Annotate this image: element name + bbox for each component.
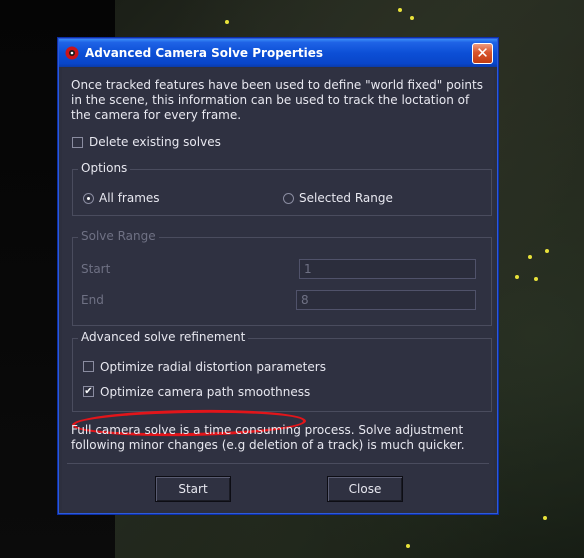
close-icon: ✕	[476, 44, 489, 62]
refinement-group-title: Advanced solve refinement	[78, 330, 249, 344]
feature-point	[528, 255, 532, 259]
start-button[interactable]: Start	[155, 476, 231, 502]
optimize-smoothness-checkbox[interactable]: ✔	[83, 386, 94, 397]
intro-text: Once tracked features have been used to …	[71, 78, 483, 122]
start-frame-input[interactable]: 1	[299, 259, 476, 279]
optimize-radial-checkbox[interactable]	[83, 361, 94, 372]
checkmark-icon: ✔	[84, 386, 93, 397]
close-button[interactable]: Close	[327, 476, 403, 502]
start-label: Start	[81, 262, 111, 276]
delete-existing-checkbox[interactable]	[72, 137, 83, 148]
app-icon	[65, 46, 79, 60]
advanced-camera-solve-dialog: Advanced Camera Solve Properties ✕ Once …	[57, 37, 499, 515]
solve-range-group-title: Solve Range	[78, 229, 159, 243]
feature-point	[534, 277, 538, 281]
refinement-group	[72, 338, 492, 412]
button-separator	[67, 463, 489, 464]
feature-point	[406, 544, 410, 548]
dialog-title: Advanced Camera Solve Properties	[85, 46, 323, 60]
options-group-title: Options	[78, 161, 131, 175]
feature-point	[225, 20, 229, 24]
footer-note: Full camera solve is a time consuming pr…	[71, 423, 465, 452]
optimize-radial-label: Optimize radial distortion parameters	[100, 360, 326, 374]
feature-point	[515, 275, 519, 279]
feature-point	[545, 249, 549, 253]
solve-range-group	[72, 237, 492, 326]
end-frame-input[interactable]: 8	[296, 290, 476, 310]
feature-point	[410, 16, 414, 20]
selected-range-radio[interactable]	[283, 193, 294, 204]
all-frames-radio[interactable]	[83, 193, 94, 204]
feature-point	[543, 516, 547, 520]
optimize-smoothness-label: Optimize camera path smoothness	[100, 385, 311, 399]
close-window-button[interactable]: ✕	[472, 43, 493, 64]
selected-range-label: Selected Range	[299, 191, 393, 205]
end-label: End	[81, 293, 104, 307]
feature-point	[398, 8, 402, 12]
delete-existing-label: Delete existing solves	[89, 135, 221, 149]
dialog-content: Once tracked features have been used to …	[62, 68, 494, 510]
title-bar[interactable]: Advanced Camera Solve Properties ✕	[59, 39, 497, 67]
all-frames-label: All frames	[99, 191, 160, 205]
